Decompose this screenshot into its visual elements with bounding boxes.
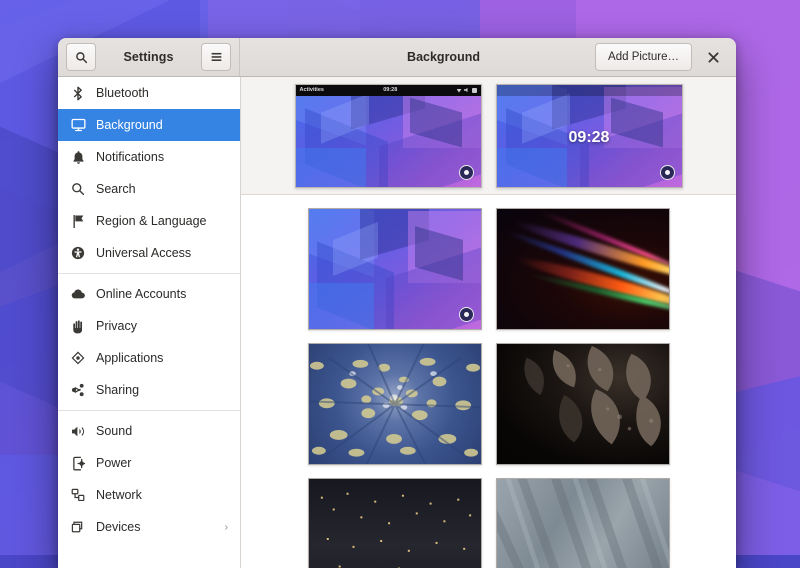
background-icon [70,117,86,133]
window-body: Bluetooth Background [58,77,736,568]
search-button[interactable] [66,43,96,71]
hamburger-menu-icon [210,51,223,63]
settings-sidebar[interactable]: Bluetooth Background [58,77,241,568]
sidebar-separator [58,410,240,411]
wallpaper-grid [241,195,736,568]
preview-clock: 09:28 [324,87,457,93]
preview-row: Activities 09:28 [241,77,736,195]
activities-label: Activities [300,87,324,93]
lockscreen-preview[interactable]: 09:28 [496,84,683,188]
main-menu-button[interactable] [201,43,231,71]
lockscreen-clock: 09:28 [497,129,682,147]
wallpaper-list[interactable] [241,195,736,568]
sidebar-item-region-and-language[interactable]: Region & Language [58,205,240,237]
sidebar-item-bluetooth[interactable]: Bluetooth [58,77,240,109]
speaker-icon [70,423,86,439]
sidebar-item-universal-access[interactable]: Universal Access [58,237,240,269]
sidebar-item-label: Search [96,182,228,196]
preview-top-shade [497,85,682,96]
volume-icon [464,88,469,93]
forest-texture [309,344,481,465]
bluetooth-icon [70,85,86,101]
sidebar-item-label: Notifications [96,150,228,164]
sidebar-item-sharing[interactable]: Sharing [58,374,240,406]
sidebar-item-sound[interactable]: Sound [58,415,240,447]
sidebar-item-power[interactable]: Power [58,447,240,479]
header-bar-left: Settings [58,38,240,76]
background-panel: Activities 09:28 [241,77,736,568]
app-title: Settings [102,50,195,64]
wallpaper-thumbnail [497,209,669,329]
sidebar-item-label: Applications [96,351,228,365]
header-bar-right: Background Add Picture… [240,38,736,76]
wallpaper-light-streaks[interactable] [496,208,670,330]
sidebar-item-network[interactable]: Network [58,479,240,511]
sidebar-item-label: Region & Language [96,214,228,228]
sidebar-item-applications[interactable]: Applications [58,342,240,374]
leaves-texture [497,344,669,464]
sidebar-item-notifications[interactable]: Notifications [58,141,240,173]
sidebar-item-label: Bluetooth [96,86,228,100]
sidebar-item-label: Devices [96,520,215,534]
hand-icon [70,318,86,334]
sidebar-item-label: Online Accounts [96,287,228,301]
selected-indicator-icon [660,165,675,180]
wallpaper-dark-leaves[interactable] [496,343,670,465]
close-icon [708,52,719,63]
sidebar-item-search[interactable]: Search [58,173,240,205]
sidebar-item-privacy[interactable]: Privacy [58,310,240,342]
power-icon [70,455,86,471]
settings-window: Settings Background Add Picture… [58,38,736,568]
bell-icon [70,149,86,165]
preview-top-bar: Activities 09:28 [296,85,481,96]
sidebar-item-label: Sharing [96,383,228,397]
desktop-preview[interactable]: Activities 09:28 [295,84,482,188]
preview-status-icons [457,88,477,93]
sidebar-item-label: Background [96,118,228,132]
add-picture-button[interactable]: Add Picture… [595,43,692,71]
wifi-icon [457,88,462,93]
header-bar: Settings Background Add Picture… [58,38,736,77]
sidebar-item-label: Power [96,456,228,470]
share-icon [70,382,86,398]
wallpaper-thumbnail [309,209,481,329]
devices-icon [70,519,86,535]
preview-wallpaper [296,85,481,187]
accessibility-icon [70,245,86,261]
sidebar-separator [58,273,240,274]
wallpaper-thumbnail [497,344,669,464]
cloud-icon [70,286,86,302]
search-icon [70,181,86,197]
sidebar-item-label: Privacy [96,319,228,333]
selected-indicator-icon [459,165,474,180]
sidebar-item-devices[interactable]: Devices › [58,511,240,543]
chevron-right-icon: › [225,522,228,533]
close-window-button[interactable] [698,42,728,72]
search-icon [75,51,88,64]
sidebar-item-background[interactable]: Background [58,109,240,141]
selected-indicator-icon [459,307,474,322]
sidebar-item-label: Universal Access [96,246,228,260]
wallpaper-aerial-forest[interactable] [308,343,482,465]
sidebar-item-online-accounts[interactable]: Online Accounts [58,278,240,310]
page-title: Background [292,50,595,64]
wallpaper-thumbnail [309,344,481,464]
flag-icon [70,213,86,229]
network-icon [70,487,86,503]
wallpaper-adwaita-geometric[interactable] [308,208,482,330]
applications-icon [70,350,86,366]
sidebar-item-label: Network [96,488,228,502]
battery-icon [472,88,477,93]
sidebar-item-label: Sound [96,424,228,438]
